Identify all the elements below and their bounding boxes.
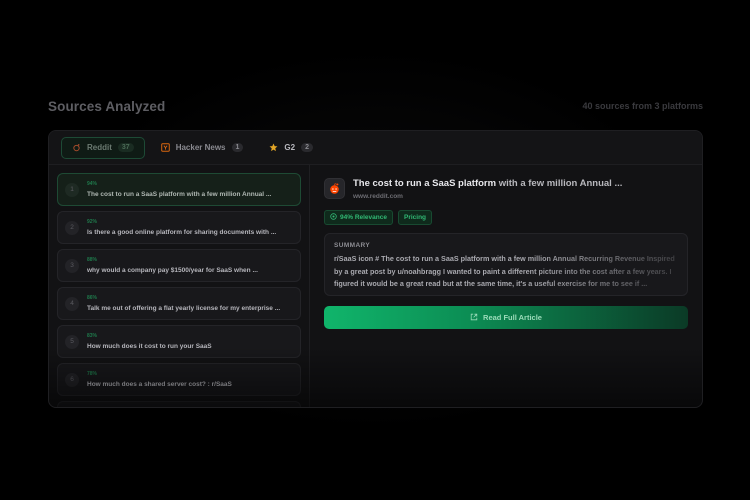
- source-list: 1 94% The cost to run a SaaS platform wi…: [49, 165, 310, 407]
- summary-text: r/SaaS icon # The cost to run a SaaS pla…: [334, 254, 675, 288]
- tab-g2[interactable]: G2 2: [259, 137, 323, 159]
- item-number: 6: [65, 372, 79, 387]
- item-title: Talk me out of offering a flat yearly li…: [87, 305, 281, 312]
- hacker-news-icon: [160, 143, 170, 152]
- tab-count-badge: 2: [301, 143, 313, 152]
- sources-count: 40 sources from 3 platforms: [582, 101, 703, 111]
- star-icon: [269, 143, 278, 152]
- tab-reddit[interactable]: Reddit 37: [61, 136, 145, 159]
- tab-label: G2: [284, 143, 296, 152]
- list-item[interactable]: 2 92% Is there a good online platform fo…: [57, 211, 301, 244]
- item-title: The cost to run a SaaS platform with a f…: [87, 191, 272, 198]
- read-full-article-button[interactable]: Read Full Article: [324, 306, 688, 329]
- item-number: 2: [65, 220, 79, 235]
- item-relevance: 88%: [87, 257, 98, 263]
- article-title: The cost to run a SaaS platform with a f…: [353, 178, 622, 190]
- tab-label: Reddit: [87, 143, 112, 152]
- article-header: The cost to run a SaaS platform with a f…: [324, 178, 688, 200]
- item-title: How much does it cost to run your SaaS: [87, 343, 212, 350]
- item-relevance: 83%: [87, 333, 98, 339]
- relevance-tag: 94% Relevance: [324, 210, 393, 225]
- item-number: 4: [65, 296, 79, 311]
- item-title: Is there a good online platform for shar…: [87, 229, 277, 236]
- article-title-main: The cost to run a SaaS platform: [353, 178, 497, 189]
- read-button-label: Read Full Article: [483, 313, 542, 322]
- reddit-icon: [72, 143, 81, 152]
- item-number: 3: [65, 258, 79, 273]
- target-icon: [330, 213, 337, 222]
- section-header: Sources Analyzed 40 sources from 3 platf…: [48, 96, 703, 116]
- item-relevance: 94%: [87, 181, 98, 187]
- item-relevance: 78%: [87, 371, 98, 377]
- page-title: Sources Analyzed: [48, 98, 166, 114]
- item-number: 1: [65, 182, 79, 197]
- list-item-partial[interactable]: [57, 401, 301, 407]
- tab-count-badge: 37: [117, 143, 134, 152]
- list-item[interactable]: 6 78% How much does a shared server cost…: [57, 363, 301, 396]
- sources-panel: Reddit 37 Hacker News 1 G2 2 1 94% The c…: [48, 130, 703, 408]
- article-tags: 94% Relevance Pricing: [324, 210, 688, 225]
- platform-tabs: Reddit 37 Hacker News 1 G2 2: [49, 131, 702, 165]
- item-title: why would a company pay $1500/year for S…: [87, 267, 258, 274]
- item-number: 5: [65, 334, 79, 349]
- tab-hacker-news[interactable]: Hacker News 1: [151, 137, 254, 159]
- reddit-icon: [324, 178, 345, 199]
- relevance-tag-label: 94% Relevance: [340, 214, 387, 221]
- tab-label: Hacker News: [175, 143, 226, 152]
- list-item[interactable]: 1 94% The cost to run a SaaS platform wi…: [57, 173, 301, 206]
- item-relevance: 86%: [87, 295, 98, 301]
- external-link-icon: [470, 313, 478, 323]
- summary-box: SUMMARY r/SaaS icon # The cost to run a …: [324, 233, 688, 296]
- category-tag: Pricing: [397, 210, 433, 225]
- list-item[interactable]: 5 83% How much does it cost to run your …: [57, 325, 301, 358]
- tab-count-badge: 1: [231, 143, 244, 152]
- article-detail: The cost to run a SaaS platform with a f…: [310, 165, 702, 407]
- list-item[interactable]: 4 86% Talk me out of offering a flat yea…: [57, 287, 301, 320]
- article-title-rest: with a few million Annual ...: [496, 178, 623, 189]
- item-relevance: 92%: [87, 219, 98, 225]
- list-item[interactable]: 3 88% why would a company pay $1500/year…: [57, 249, 301, 282]
- summary-label: SUMMARY: [334, 242, 371, 249]
- item-title: How much does a shared server cost? : r/…: [87, 381, 232, 388]
- panel-body: 1 94% The cost to run a SaaS platform wi…: [49, 165, 702, 407]
- article-url: www.reddit.com: [353, 193, 403, 200]
